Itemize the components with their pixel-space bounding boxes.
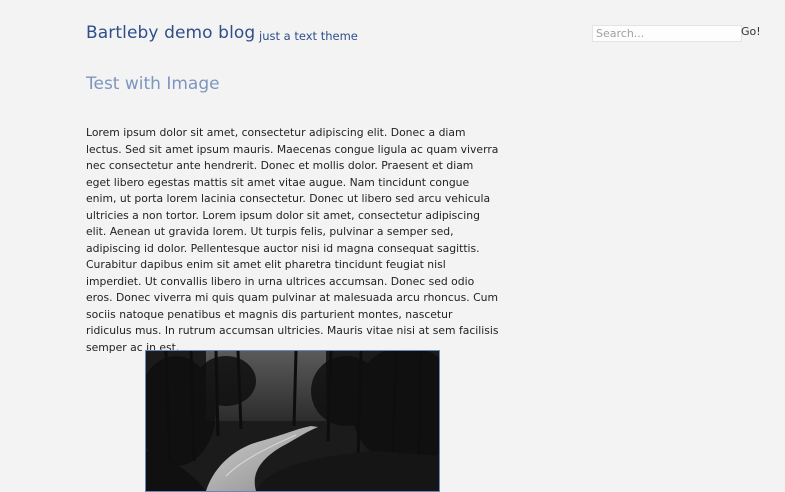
site-title-link[interactable]: Bartleby demo blog xyxy=(86,23,255,43)
search-go-button[interactable]: Go! xyxy=(741,25,761,38)
site-tagline: just a text theme xyxy=(259,29,358,43)
search-input[interactable] xyxy=(592,25,742,42)
post-body-text: Lorem ipsum dolor sit amet, consectetur … xyxy=(86,126,499,354)
post-image-road-photo xyxy=(145,350,440,492)
post-title[interactable]: Test with Image xyxy=(86,74,220,94)
